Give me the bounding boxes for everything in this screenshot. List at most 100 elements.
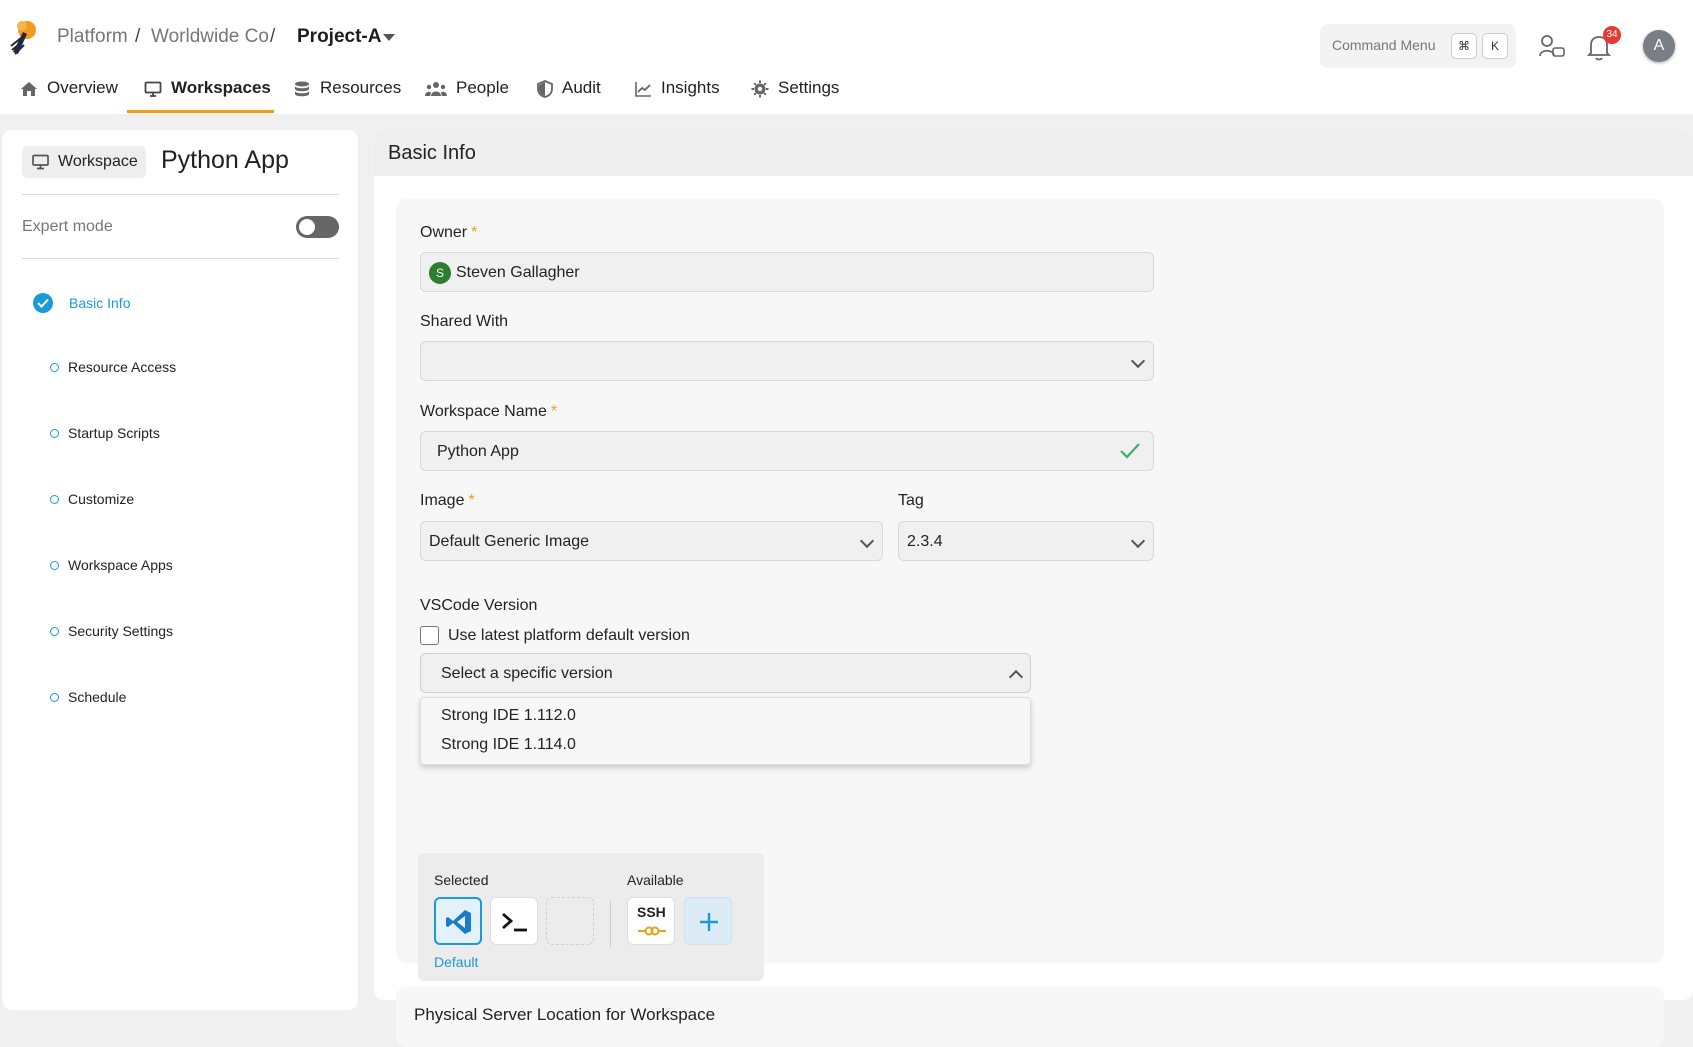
step-startup-scripts[interactable]: Startup Scripts bbox=[50, 425, 160, 441]
owner-avatar: S bbox=[429, 262, 451, 284]
support-chat-icon[interactable] bbox=[1538, 32, 1566, 62]
shared-with-label: Shared With bbox=[420, 313, 509, 330]
workspace-name-label-text: Workspace Name bbox=[420, 403, 547, 420]
vscode-version-option[interactable]: Strong IDE 1.112.0 bbox=[441, 707, 576, 725]
chart-icon bbox=[635, 82, 651, 97]
command-key: ⌘ bbox=[1451, 33, 1477, 59]
workspace-name-label: Workspace Name * bbox=[420, 403, 557, 421]
section-title: Basic Info bbox=[388, 142, 476, 164]
step-circle-icon bbox=[50, 494, 59, 504]
breadcrumb-separator: / bbox=[135, 26, 141, 47]
check-circle-icon bbox=[33, 293, 53, 313]
image-label-text: Image bbox=[420, 492, 465, 509]
required-marker: * bbox=[550, 403, 558, 420]
chevron-down-icon bbox=[859, 533, 875, 549]
server-location-card: Physical Server Location for Workspace bbox=[396, 987, 1664, 1047]
tab-resources[interactable]: Resources bbox=[293, 78, 401, 114]
chevron-up-icon bbox=[1008, 669, 1024, 685]
step-label: Customize bbox=[68, 491, 135, 507]
main-panel: Basic Info Owner * S Steven Gallagher Sha… bbox=[374, 130, 1693, 1047]
tab-settings[interactable]: Settings bbox=[751, 78, 839, 114]
active-tab-indicator bbox=[127, 110, 274, 113]
expert-mode-toggle[interactable] bbox=[296, 216, 339, 238]
vscode-version-select[interactable]: Select a specific version bbox=[420, 653, 1031, 693]
gear-icon bbox=[751, 80, 769, 98]
tag-value: 2.3.4 bbox=[907, 533, 943, 550]
required-marker: * bbox=[468, 492, 475, 509]
database-icon bbox=[295, 81, 309, 97]
image-value: Default Generic Image bbox=[429, 533, 590, 550]
step-label: Basic Info bbox=[69, 295, 131, 311]
user-avatar[interactable]: A bbox=[1643, 30, 1675, 62]
basic-info-card: Owner * S Steven Gallagher Shared With Wo… bbox=[396, 199, 1664, 981]
workspace-name-input[interactable]: Python App bbox=[420, 431, 1154, 471]
step-circle-icon bbox=[50, 692, 59, 702]
step-schedule[interactable]: Schedule bbox=[50, 689, 126, 705]
breadcrumb-organization[interactable]: Worldwide Co bbox=[151, 26, 269, 48]
vscode-icon bbox=[446, 910, 471, 934]
tab-overview[interactable]: Overview bbox=[20, 78, 118, 114]
image-select[interactable]: Default Generic Image bbox=[420, 521, 883, 561]
tab-label: Audit bbox=[562, 78, 601, 97]
tab-people[interactable]: People bbox=[425, 78, 509, 114]
breadcrumb-separator: / bbox=[270, 26, 276, 47]
step-basic-info[interactable]: Basic Info bbox=[33, 293, 130, 313]
ssh-label: SSH bbox=[637, 904, 666, 920]
brand-logo[interactable] bbox=[9, 18, 39, 56]
owner-label-text: Owner bbox=[420, 224, 468, 241]
use-latest-version-checkbox[interactable] bbox=[420, 626, 439, 645]
step-workspace-apps[interactable]: Workspace Apps bbox=[50, 557, 173, 573]
vscode-version-value: Select a specific version bbox=[441, 665, 613, 682]
tab-insights[interactable]: Insights bbox=[634, 78, 720, 114]
tab-label: Workspaces bbox=[171, 78, 271, 97]
notification-badge: 34 bbox=[1603, 26, 1621, 44]
chevron-down-icon bbox=[1130, 353, 1146, 369]
empty-app-slot[interactable] bbox=[546, 897, 594, 945]
checkmark-icon bbox=[1120, 443, 1140, 459]
top-bar: Platform / Worldwide Co / Project-A Comm… bbox=[0, 0, 1693, 114]
step-label: Workspace Apps bbox=[68, 557, 173, 573]
use-latest-version-label: Use latest platform default version bbox=[448, 627, 690, 644]
step-label: Security Settings bbox=[68, 623, 174, 639]
command-menu-label: Command Menu bbox=[1332, 37, 1436, 53]
tag-select[interactable]: 2.3.4 bbox=[898, 521, 1154, 561]
step-circle-icon bbox=[50, 428, 59, 438]
divider bbox=[22, 258, 339, 259]
ssh-app-tile[interactable]: SSH bbox=[627, 897, 675, 945]
step-label: Schedule bbox=[68, 689, 127, 705]
step-circle-icon bbox=[50, 560, 59, 570]
image-label: Image * bbox=[420, 492, 475, 510]
plus-icon bbox=[700, 913, 718, 931]
workspace-chip: Workspace bbox=[22, 146, 146, 178]
add-app-button[interactable] bbox=[684, 897, 732, 945]
step-customize[interactable]: Customize bbox=[50, 491, 134, 507]
terminal-icon bbox=[502, 912, 527, 932]
vscode-version-dropdown: Strong IDE 1.112.0 Strong IDE 1.114.0 bbox=[420, 697, 1031, 765]
owner-field[interactable]: S Steven Gallagher bbox=[420, 252, 1154, 292]
step-label: Resource Access bbox=[68, 359, 177, 375]
wizard-sidebar: Workspace Python App Expert mode Basic I… bbox=[2, 130, 358, 1010]
shared-with-select[interactable] bbox=[420, 341, 1154, 381]
section-header: Basic Info bbox=[374, 130, 1693, 176]
tab-audit[interactable]: Audit bbox=[537, 78, 601, 114]
terminal-app-tile[interactable] bbox=[490, 897, 538, 945]
owner-label: Owner * bbox=[420, 224, 477, 242]
workspace-chip-label: Workspace bbox=[58, 153, 138, 170]
people-icon bbox=[425, 82, 447, 96]
tab-label: Settings bbox=[778, 78, 840, 97]
command-menu-button[interactable]: Command Menu ⌘ K bbox=[1320, 24, 1516, 68]
step-circle-icon bbox=[50, 626, 59, 636]
step-security-settings[interactable]: Security Settings bbox=[50, 623, 173, 639]
tab-workspaces[interactable]: Workspaces bbox=[144, 78, 271, 114]
vscode-version-option[interactable]: Strong IDE 1.114.0 bbox=[441, 736, 576, 754]
step-resource-access[interactable]: Resource Access bbox=[50, 359, 176, 375]
shield-icon bbox=[537, 80, 553, 98]
step-circle-icon bbox=[50, 362, 59, 372]
vscode-app-tile[interactable] bbox=[434, 897, 482, 945]
tab-label: Insights bbox=[661, 78, 720, 97]
selected-apps-label: Selected bbox=[434, 872, 489, 888]
chevron-down-icon[interactable] bbox=[383, 34, 395, 41]
breadcrumb-platform[interactable]: Platform bbox=[57, 26, 128, 48]
project-selector[interactable]: Project-A bbox=[297, 26, 381, 48]
k-key: K bbox=[1482, 33, 1508, 59]
